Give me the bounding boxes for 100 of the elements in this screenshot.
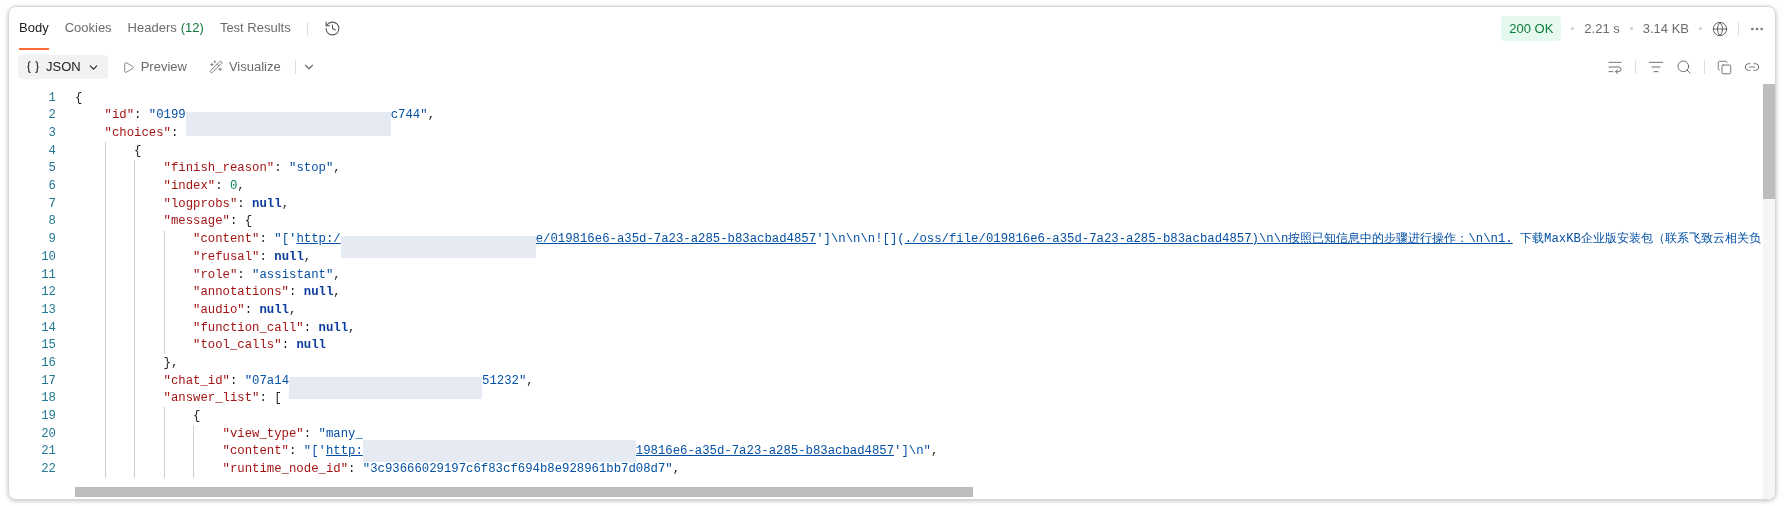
line-number: 7 <box>47 195 56 213</box>
braces-icon <box>26 60 40 74</box>
play-icon <box>121 60 135 74</box>
line-number: 18 <box>40 390 56 408</box>
line-number: 4 <box>47 142 56 160</box>
code-token: : <box>237 195 246 213</box>
code-link[interactable]: 19816e6-a35d-7a23-a285-b83acbad4857 <box>635 442 895 461</box>
code-token: : <box>170 125 179 142</box>
code-token: "runtime_node_id" <box>222 461 349 479</box>
code-token: : <box>259 231 268 249</box>
code-token: 0 <box>229 178 238 196</box>
copy-icon[interactable] <box>1717 59 1732 75</box>
code-token: : <box>303 425 313 443</box>
code-token: "id" <box>104 107 135 125</box>
code-token: "assistant" <box>252 266 334 284</box>
response-tab[interactable]: Headers (12) <box>127 7 204 50</box>
vertical-scrollbar[interactable] <box>1763 84 1775 499</box>
code-token: "stop" <box>289 160 334 178</box>
code-token: , <box>303 248 312 266</box>
view-mode-button[interactable]: Visualize <box>200 55 289 79</box>
code-token: , <box>333 284 341 302</box>
horizontal-scrollbar[interactable] <box>75 487 973 497</box>
line-number: 2 <box>47 107 56 125</box>
code-token: "audio" <box>193 301 245 319</box>
line-number: 19 <box>40 408 56 425</box>
code-token: "chat_id" <box>163 372 230 390</box>
line-number: 10 <box>40 248 56 266</box>
code-token: "07a14 <box>244 372 289 390</box>
response-size: 3.14 KB <box>1642 19 1689 38</box>
line-number: 22 <box>40 461 56 479</box>
code-token: , <box>289 301 297 319</box>
code-token: , <box>333 160 341 178</box>
code-token: "logprobs" <box>163 195 238 213</box>
code-token: "many_ <box>318 425 363 443</box>
code-token: , <box>333 266 341 284</box>
code-token: , <box>526 372 534 390</box>
response-tab[interactable]: Test Results <box>219 7 291 50</box>
line-number: 13 <box>40 301 56 319</box>
code-token: "answer_list" <box>163 390 260 408</box>
code-token: "annotations" <box>193 284 289 302</box>
code-link[interactable]: ./oss/file/019816e6-a35d-7a23-a285-b83acbad4857)\n\n按照已知信息中的步骤进行操作：\n\n1. <box>904 230 1513 249</box>
code-token: { <box>134 142 142 160</box>
search-icon[interactable] <box>1676 59 1692 75</box>
code-token: , <box>281 195 290 213</box>
code-token: , <box>672 461 681 479</box>
view-mode-button[interactable]: JSON <box>18 55 108 79</box>
line-number: 17 <box>40 372 56 390</box>
code-token: : <box>281 337 290 355</box>
code-token: : { <box>229 213 253 231</box>
code-token: "content" <box>193 231 260 249</box>
code-token: : <box>237 266 246 284</box>
code-token: "view_type" <box>222 425 304 443</box>
code-token: : <box>274 160 283 178</box>
code-token: "[' <box>303 443 326 461</box>
response-tab[interactable]: Body <box>19 7 49 50</box>
code-token: }, <box>163 354 179 372</box>
code-token: , <box>348 319 356 337</box>
code-token: null <box>303 284 334 302</box>
code-link[interactable]: e/019816e6-a35d-7a23-a285-b83acbad4857 <box>535 230 817 249</box>
code-token: null <box>252 195 282 213</box>
view-mode-button[interactable]: Preview <box>113 55 195 79</box>
code-token: "content" <box>222 443 289 461</box>
code-link[interactable]: http:/ <box>296 230 341 249</box>
line-number: 12 <box>40 284 56 302</box>
code-token: null <box>274 248 304 266</box>
code-token: { <box>193 408 201 425</box>
code-token: , <box>427 107 435 125</box>
code-token: , <box>237 178 245 196</box>
filter-icon[interactable] <box>1648 59 1664 75</box>
code-token: ']\n\n\n![]( <box>816 231 905 249</box>
code-token: , <box>931 443 939 461</box>
line-number: 16 <box>40 354 56 372</box>
globe-icon[interactable] <box>1712 20 1728 37</box>
code-token: 下载MaxKB企业版安装包（联系飞致云相关负 <box>1519 231 1761 249</box>
code-token: { <box>75 89 83 107</box>
code-token: : <box>215 178 224 196</box>
code-token: "finish_reason" <box>163 160 275 178</box>
wrap-icon[interactable] <box>1607 59 1623 75</box>
line-number: 6 <box>47 178 56 196</box>
code-token: null <box>296 337 326 355</box>
code-token: null <box>259 301 289 319</box>
code-link[interactable]: http: <box>325 442 363 461</box>
code-token: "message" <box>163 213 230 231</box>
code-token: "function_call" <box>193 319 304 337</box>
code-token: "3c93666029197c6f83cf694b8e928961bb7d08d7" <box>362 461 673 479</box>
code-token: : <box>229 372 239 390</box>
history-icon[interactable] <box>323 20 341 37</box>
header-count: (12) <box>180 18 204 37</box>
code-token: : <box>244 301 254 319</box>
line-number: 21 <box>40 443 56 461</box>
code-token: : <box>259 248 268 266</box>
response-tab[interactable]: Cookies <box>64 7 112 50</box>
wand-icon <box>208 60 223 74</box>
code-token: "0199 <box>148 107 186 125</box>
code-token: : [ <box>259 390 282 408</box>
line-number: 9 <box>47 231 56 249</box>
line-number: 5 <box>47 160 56 178</box>
code-token: c744" <box>390 107 428 125</box>
line-number: 8 <box>47 213 56 231</box>
code-token: 51232" <box>482 372 527 390</box>
